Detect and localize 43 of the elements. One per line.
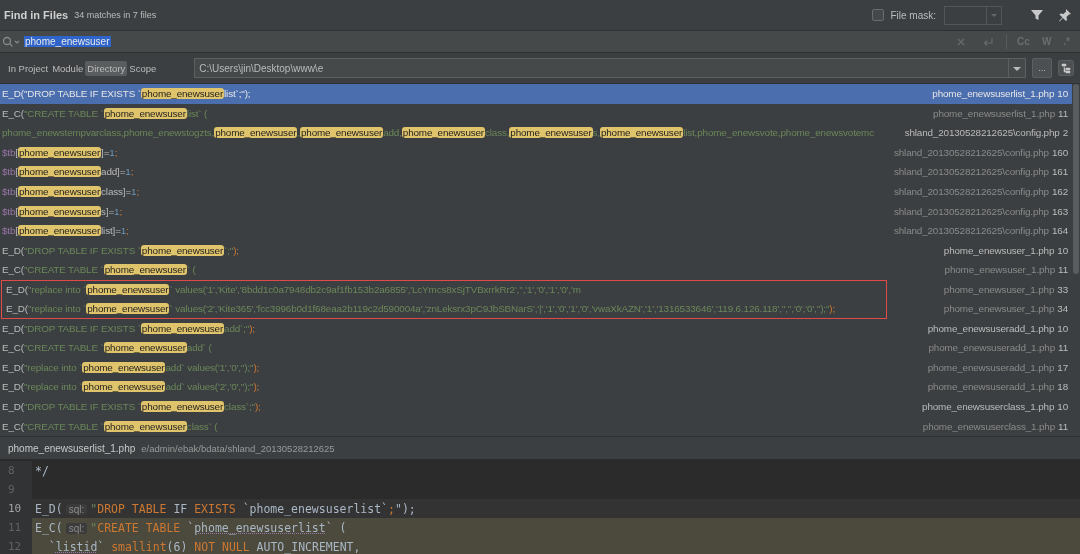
scope-tab[interactable]: Scope bbox=[127, 60, 159, 76]
result-row[interactable]: E_C("CREATE TABLE `phome_enewsuseradd` ( phome_enewsuseradd_1.php 11 bbox=[0, 338, 1072, 358]
directory-combo[interactable]: C:\Users\jin\Desktop\www\e bbox=[194, 58, 1026, 78]
match-summary: 34 matches in 7 files bbox=[74, 10, 157, 20]
search-icon[interactable] bbox=[2, 35, 20, 48]
filter-icon[interactable] bbox=[1030, 8, 1044, 22]
result-row[interactable]: E_D("replace into `phome_enewsuser` values('2','Kite365','fcc3996b0d1f68eaa2b119c2d590004a','znLeksrx3pC9JbSBNarS','|','1','0','1','0','vwaXkAZN','1','1316533646','119.6.126.118','','','0','0','');"); phome_enewsuser_1.php 34 bbox=[0, 299, 1072, 319]
result-row[interactable]: $tb[phome_enewsuserlist]=1; shland_20130528212625\config.php 164 bbox=[0, 220, 1072, 241]
code-line: E_C( sql: "CREATE TABLE `phome_enewsuserlist` ( bbox=[35, 520, 347, 535]
preview-file-name: phome_enewsuserlist_1.php bbox=[8, 442, 136, 454]
result-row[interactable]: E_D("DROP TABLE IF EXISTS `phome_enewsuserlist`;"); phome_enewsuserlist_1.php 10 bbox=[0, 84, 1072, 104]
result-row[interactable]: E_C("CREATE TABLE `phome_enewsuserlist` ( phome_enewsuserlist_1.php 11 bbox=[0, 103, 1072, 124]
result-row[interactable]: E_D("replace into `phome_enewsuseradd` values('1','0','');"); phome_enewsuseradd_1.php 17 bbox=[0, 357, 1072, 378]
preview-file-path: e/admin/ebak/bdata/shland_20130528212625 bbox=[141, 442, 335, 454]
result-row[interactable]: E_C("CREATE TABLE `phome_enewsuserclass` ( phome_enewsuserclass_1.php 11 bbox=[0, 416, 1072, 436]
result-row[interactable]: E_C("CREATE TABLE `phome_enewsuser` ( phome_enewsuser_1.php 11 bbox=[0, 259, 1072, 280]
scope-tab[interactable]: Directory bbox=[85, 60, 128, 76]
clear-icon[interactable] bbox=[956, 36, 967, 47]
result-row[interactable]: $tb[phome_enewsusers]=1; shland_20130528212625\config.php 163 bbox=[0, 201, 1072, 221]
result-row[interactable]: E_D("replace into `phome_enewsuseradd` values('2','0','');"); phome_enewsuseradd_1.php 18 bbox=[0, 377, 1072, 397]
code-line: */ bbox=[35, 463, 49, 478]
result-row[interactable]: E_D("replace into `phome_enewsuser` values('1','Kite','8bdd1c0a7948db2c9af1fb153b2a6855','LcYmcs8xSjTVBxrrkRr2','','1','0','1','0','m phome_enewsuser_1.php 33 bbox=[0, 279, 1072, 299]
newline-icon[interactable] bbox=[982, 36, 995, 47]
scope-tab[interactable]: In Project bbox=[6, 60, 51, 76]
file-mask-dropdown[interactable] bbox=[944, 5, 1002, 25]
code-line: `listid` smallint(6) NOT NULL AUTO_INCREMENT, bbox=[47, 539, 361, 554]
file-mask-label: File mask: bbox=[890, 9, 936, 21]
pin-icon[interactable] bbox=[1058, 8, 1072, 22]
file-mask-checkbox[interactable] bbox=[872, 9, 885, 21]
result-row[interactable]: E_D("DROP TABLE IF EXISTS `phome_enewsuseradd`;"); phome_enewsuseradd_1.php 10 bbox=[0, 318, 1072, 339]
result-row[interactable]: E_D("DROP TABLE IF EXISTS `phome_enewsuser`;"); phome_enewsuser_1.php 10 bbox=[0, 240, 1072, 260]
dialog-title: Find in Files bbox=[4, 9, 69, 21]
result-row[interactable]: phome_enewstempvarclass,phome_enewstogzts,phome_enewsuser,phome_enewsuseradd,phome_enewsuserclass,phome_enewsusers,phome_enewsuser list,phome_enewsvote,phome_enewsvotemc shland_20130528212625\config.php 2 bbox=[0, 123, 1072, 143]
result-row[interactable]: $tb[phome_enewsuseradd]=1; shland_20130528212625\config.php 161 bbox=[0, 162, 1072, 182]
result-row[interactable]: E_D("DROP TABLE IF EXISTS `phome_enewsuserclass`;"); phome_enewsuserclass_1.php 10 bbox=[0, 396, 1072, 417]
tree-icon[interactable] bbox=[1058, 60, 1074, 76]
scrollbar-thumb[interactable] bbox=[1073, 84, 1079, 274]
browse-button[interactable]: ... bbox=[1032, 58, 1052, 78]
search-field[interactable]: phome_enewsuser bbox=[24, 33, 947, 50]
code-line: E_D( sql: "DROP TABLE IF EXISTS `phome_enewsuserlist`;"); bbox=[35, 501, 416, 516]
result-row[interactable]: $tb[phome_enewsuserclass]=1; shland_20130528212625\config.php 162 bbox=[0, 181, 1072, 202]
result-row[interactable]: $tb[phome_enewsuser]=1; shland_20130528212625\config.php 160 bbox=[0, 142, 1072, 163]
scope-tab[interactable]: Module bbox=[50, 60, 86, 76]
